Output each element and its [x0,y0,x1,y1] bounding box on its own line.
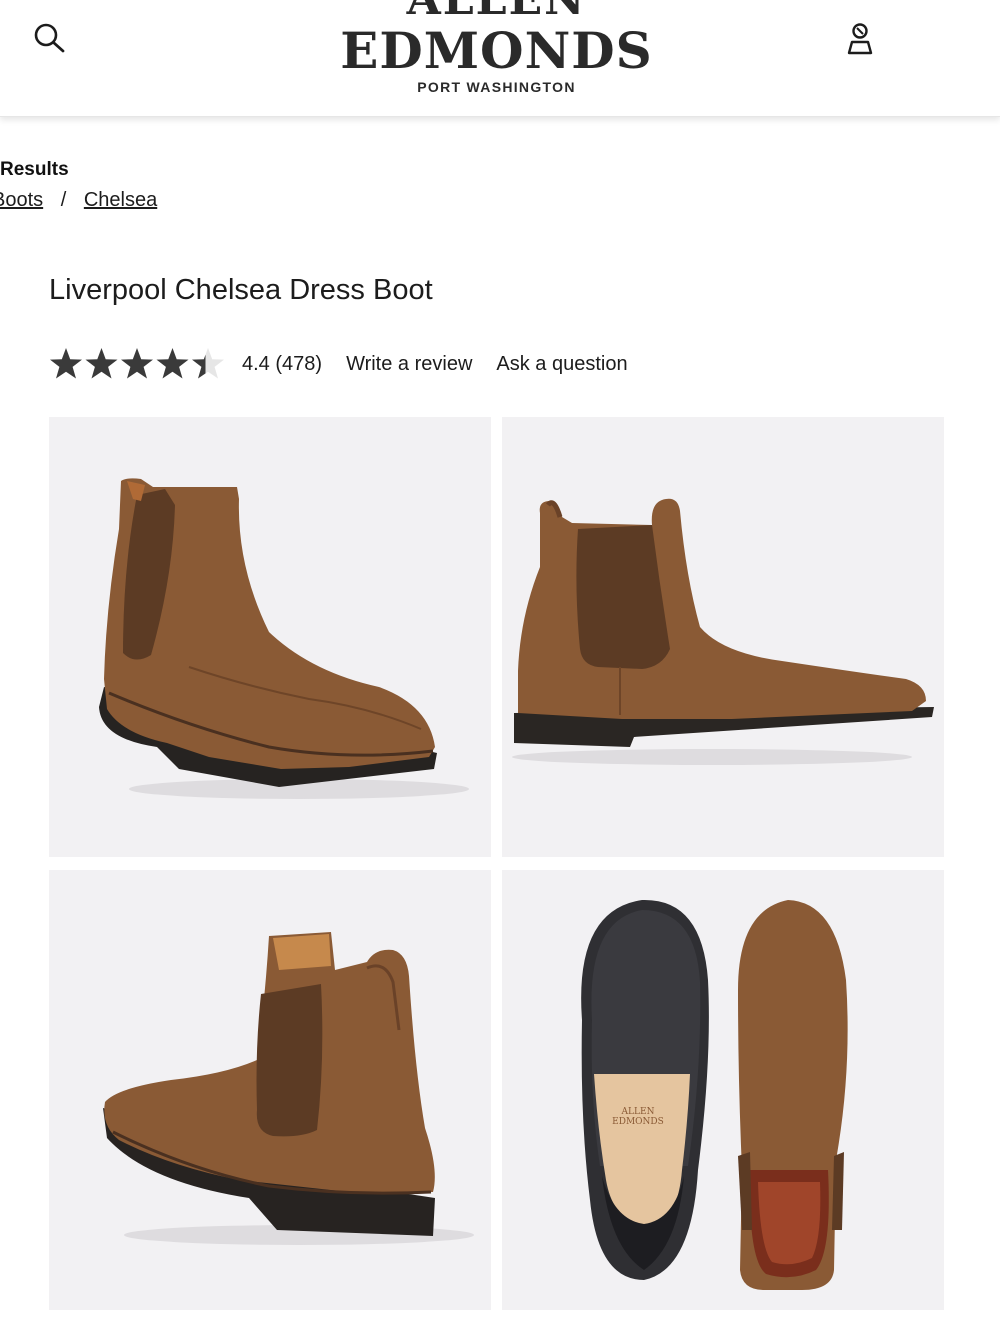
breadcrumb-separator: / [60,189,67,211]
sole-stamp-line1: ALLEN [621,1107,655,1117]
product-image-sole-top[interactable]: ALLEN EDMONDS [502,870,944,1310]
boot-sole-top-image: ALLEN EDMONDS [581,899,848,1290]
site-header: ALLEN EDMONDS PORT WASHINGTON [0,0,1000,117]
star-rating-icon [50,348,224,379]
star-rating[interactable] [49,346,225,382]
account-button[interactable] [840,20,880,58]
rating-summary[interactable]: 4.4 (478) [242,353,322,376]
brand-logo-line2: EDMONDS [340,21,653,80]
account-icon [847,23,873,55]
brand-logo-line1: ALLEN [300,0,693,22]
breadcrumb-item-chelsea[interactable]: Chelsea [84,189,157,211]
product-image-front-angle[interactable] [49,417,491,857]
results-back-link[interactable]: Results [0,159,69,181]
brand-logo[interactable]: ALLEN EDMONDS [300,0,693,78]
store-name: PORT WASHINGTON [417,79,576,95]
rating-row: 4.4 (478) Write a review Ask a question [49,344,628,384]
boot-side-image [512,498,934,765]
product-image-rear-angle[interactable] [49,870,491,1310]
breadcrumb-item-boots[interactable]: Boots [0,189,43,211]
boot-rear-image [103,932,474,1245]
boot-front-image [99,478,469,799]
search-button[interactable] [30,20,70,54]
breadcrumb: Boots / Chelsea [0,189,157,212]
search-icon [34,23,65,53]
product-image-side[interactable] [502,417,944,857]
ask-question-link[interactable]: Ask a question [496,353,627,376]
sole-stamp-line2: EDMONDS [612,1117,664,1127]
product-title: Liverpool Chelsea Dress Boot [49,274,433,306]
write-review-link[interactable]: Write a review [346,353,472,376]
